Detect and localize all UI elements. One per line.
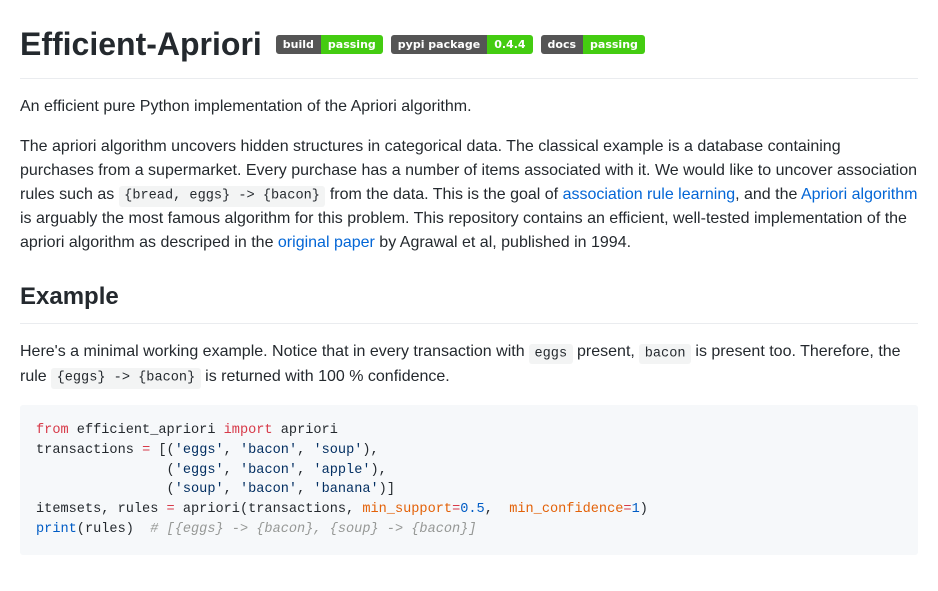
badge-build-status: passing (321, 35, 383, 54)
tok-sep: , (224, 482, 240, 497)
badge-pypi-version: 0.4.4 (487, 35, 532, 54)
badge-build[interactable]: build passing (276, 35, 383, 54)
tok-num: 0.5 (460, 502, 484, 517)
link-original-paper[interactable]: original paper (278, 234, 375, 251)
badge-build-label: build (276, 35, 321, 54)
ex-text-1: Here's a minimal working example. Notice… (20, 343, 529, 360)
inline-code-rule2: {eggs} -> {bacon} (51, 368, 201, 388)
tok-str: 'bacon' (240, 443, 297, 458)
example-paragraph: Here's a minimal working example. Notice… (20, 340, 918, 389)
tok-sep: , (224, 443, 240, 458)
tok-str: 'apple' (313, 463, 370, 478)
badge-docs-label: docs (541, 35, 584, 54)
intro-paragraph: An efficient pure Python implementation … (20, 95, 918, 119)
tok-str: 'bacon' (240, 463, 297, 478)
tok-str: 'soup' (175, 482, 224, 497)
tok-from: from (36, 423, 69, 438)
ex-text-2: present, (577, 343, 639, 360)
tok-sep: , (297, 463, 313, 478)
inline-code-rule: {bread, eggs} -> {bacon} (119, 186, 326, 206)
tok-fn-name: apriori (273, 423, 338, 438)
inline-code-bacon: bacon (639, 344, 691, 364)
tok-module: efficient_apriori (69, 423, 224, 438)
tok-close: ), (371, 463, 387, 478)
inline-code-eggs: eggs (529, 344, 573, 364)
tok-close-list: )] (379, 482, 395, 497)
tok-close: ), (362, 443, 378, 458)
tok-eq: = (452, 502, 460, 517)
description-paragraph: The apriori algorithm uncovers hidden st… (20, 135, 918, 255)
tok-str: 'soup' (313, 443, 362, 458)
badge-docs[interactable]: docs passing (541, 35, 645, 54)
tok-str: 'banana' (313, 482, 378, 497)
tok-sep: , (224, 463, 240, 478)
badge-pypi-label: pypi package (391, 35, 487, 54)
desc-text-5: by Agrawal et al, published in 1994. (375, 234, 631, 251)
tok-comment: # [{eggs} -> {bacon}, {soup} -> {bacon}] (150, 522, 476, 537)
ex-text-4: is returned with 100 % confidence. (205, 368, 450, 385)
tok-print-arg: (rules) (77, 522, 150, 537)
tok-eq: = (142, 443, 150, 458)
tok-str: 'eggs' (175, 463, 224, 478)
tok-unpack: itemsets, rules (36, 502, 167, 517)
tok-str: 'bacon' (240, 482, 297, 497)
desc-text-3: , and the (735, 186, 801, 203)
tok-sep: , (485, 502, 509, 517)
code-block-example: from efficient_apriori import apriori tr… (20, 405, 918, 555)
tok-call: apriori(transactions, (175, 502, 363, 517)
desc-text-2: from the data. This is the goal of (330, 186, 563, 203)
tok-str: 'eggs' (175, 443, 224, 458)
page-title: Efficient-Apriori build passing pypi pac… (20, 20, 918, 79)
tok-eq: = (167, 502, 175, 517)
badge-pypi[interactable]: pypi package 0.4.4 (391, 35, 533, 54)
badge-docs-status: passing (583, 35, 645, 54)
readme-container: Efficient-Apriori build passing pypi pac… (20, 20, 918, 555)
tok-indent: ( (36, 463, 175, 478)
tok-sep: , (297, 443, 313, 458)
tok-arg-ms: min_support (362, 502, 452, 517)
tok-num: 1 (632, 502, 640, 517)
tok-var-trans: transactions (36, 443, 142, 458)
tok-import: import (224, 423, 273, 438)
link-association-rule-learning[interactable]: association rule learning (563, 186, 736, 203)
tok-indent: ( (36, 482, 175, 497)
tok-sep: , (297, 482, 313, 497)
tok-arg-mc: min_confidence (509, 502, 623, 517)
example-heading: Example (20, 279, 918, 324)
link-apriori-algorithm[interactable]: Apriori algorithm (801, 186, 917, 203)
tok-open-list: [( (150, 443, 174, 458)
tok-print: print (36, 522, 77, 537)
tok-close-paren: ) (640, 502, 648, 517)
title-text: Efficient-Apriori (20, 20, 262, 68)
tok-eq: = (623, 502, 631, 517)
